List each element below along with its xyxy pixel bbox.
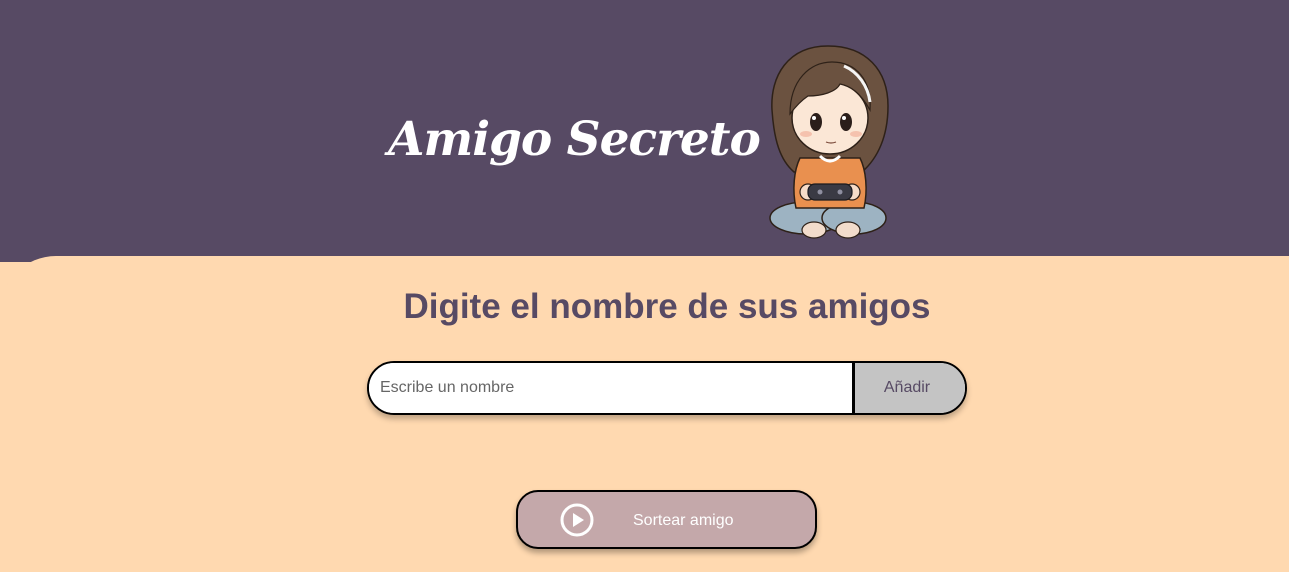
name-entry-group: Añadir <box>367 361 967 415</box>
section-heading: Digite el nombre de sus amigos <box>403 287 931 326</box>
draw-friend-button[interactable]: Sortear amigo <box>516 490 817 549</box>
draw-button-label: Sortear amigo <box>633 512 734 529</box>
friend-name-input[interactable] <box>369 363 852 413</box>
page-title: Amigo Secreto <box>388 112 761 167</box>
play-circle-icon <box>560 503 594 537</box>
girl-playing-videogame-illustration <box>769 45 889 239</box>
add-button[interactable]: Añadir <box>852 363 965 413</box>
